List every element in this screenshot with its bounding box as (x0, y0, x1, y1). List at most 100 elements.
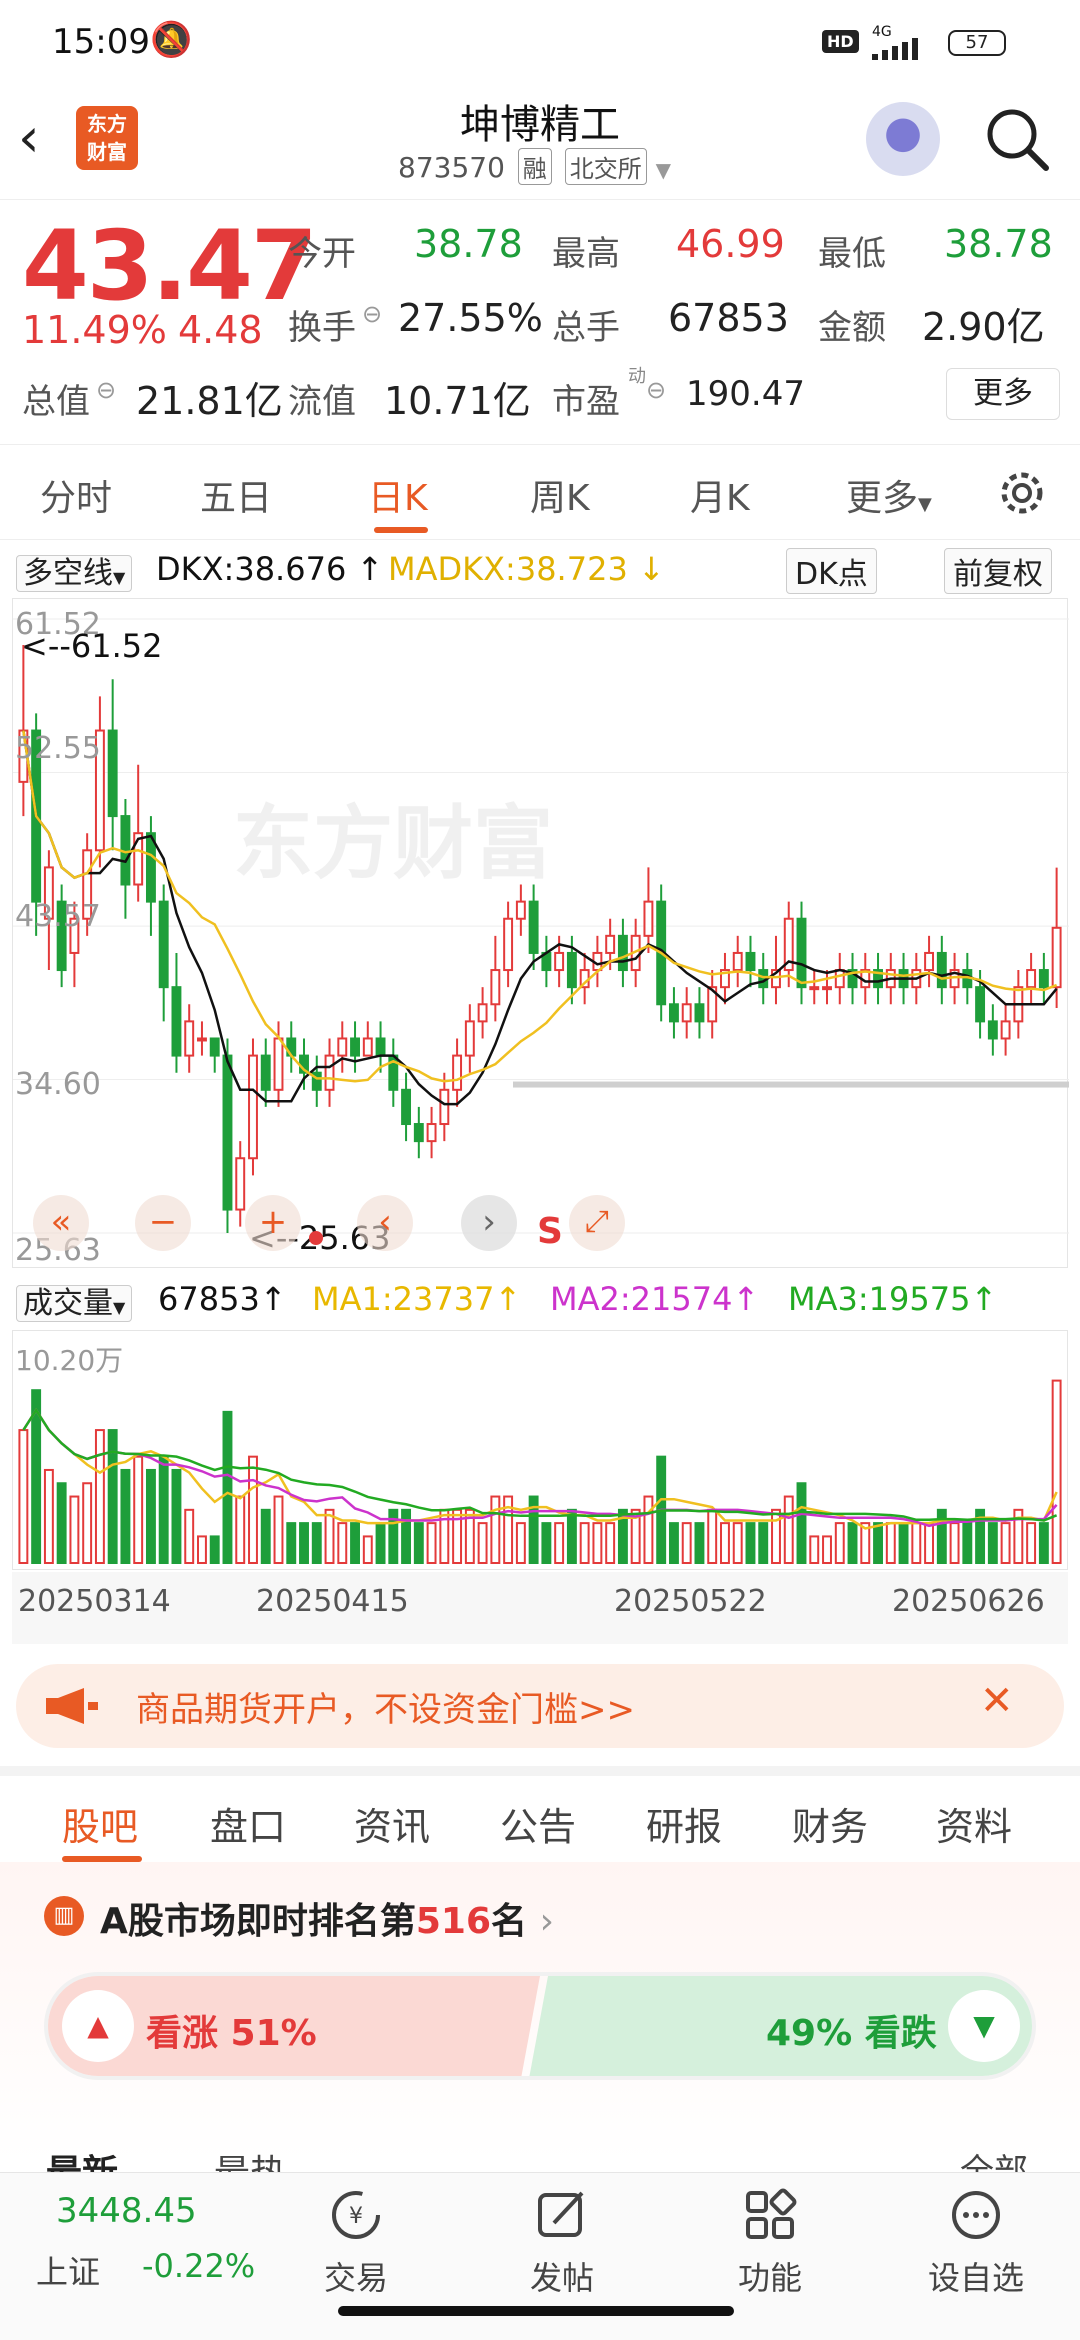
volume-bar (643, 1495, 654, 1565)
candle (477, 1003, 488, 1023)
change-amount: 4.48 (178, 308, 263, 352)
dropdown-icon[interactable]: ▼ (656, 158, 671, 182)
candle (350, 1037, 360, 1057)
feed-tab-latest[interactable]: 最新 (46, 2144, 118, 2172)
kline-chart[interactable]: 东方财富 61.52 <--61.52 52.55 43.57 34.60 25… (12, 598, 1069, 1268)
volume-bar (1026, 1522, 1037, 1564)
volume-bar (1038, 1522, 1049, 1564)
tab-announcements[interactable]: 公告 (500, 1796, 576, 1851)
candle (222, 1054, 233, 1211)
volume-bar (248, 1455, 258, 1564)
candle (184, 1020, 195, 1057)
tab-pankou[interactable]: 盘口 (210, 1796, 286, 1851)
feed-tab-hot[interactable]: 最热 (214, 2144, 286, 2172)
candle (617, 934, 628, 972)
settings-gear-icon[interactable] (996, 467, 1048, 519)
ad-banner[interactable]: 商品期货开户，不设资金门槛>> ✕ (16, 1664, 1064, 1748)
candle (107, 729, 118, 818)
nav-post[interactable]: 发帖 (492, 2183, 632, 2299)
kline-svg (13, 618, 1069, 1234)
volume-bar (796, 1482, 807, 1564)
candle (515, 900, 526, 920)
low-label: 最低 (818, 234, 886, 274)
info-icon[interactable]: ⊖ (96, 376, 116, 404)
candle (503, 917, 514, 972)
nav-trade[interactable]: ¥ 交易 (286, 2183, 426, 2299)
tab-daily-k[interactable]: 日K (368, 469, 428, 521)
tab-monthly-k[interactable]: 月K (690, 469, 750, 521)
volume-bar (375, 1522, 386, 1564)
search-icon[interactable] (982, 104, 1052, 174)
volume-chart[interactable]: 10.20万 (12, 1330, 1068, 1570)
volume-bar (822, 1535, 832, 1565)
index-value[interactable]: 3448.45 (56, 2191, 197, 2231)
candle (426, 1123, 437, 1143)
candle (554, 951, 565, 972)
volume-bar (732, 1522, 743, 1564)
tab-5day[interactable]: 五日 (200, 469, 272, 521)
zoom-out-icon[interactable]: − (135, 1195, 191, 1251)
adjust-button[interactable]: 前复权 (944, 548, 1052, 594)
tab-finance[interactable]: 财务 (792, 1796, 868, 1851)
volume-bar (171, 1468, 182, 1564)
date-label: 20250522 (614, 1584, 767, 1619)
info-icon[interactable]: ⊖ (362, 300, 382, 328)
vote-up-label[interactable]: 看涨 51% (146, 2004, 317, 2056)
volume-bar (885, 1522, 896, 1564)
volume-value-label: 67853↑ (158, 1280, 287, 1318)
tab-intraday[interactable]: 分时 (40, 469, 112, 521)
candle (732, 951, 743, 972)
candle (197, 1037, 207, 1042)
assistant-robot-icon[interactable] (866, 102, 940, 176)
index-change[interactable]: -0.22% (142, 2247, 255, 2285)
vol-ma1: MA1:23737↑ (312, 1280, 522, 1318)
candle (260, 1054, 271, 1091)
volume-bar (337, 1522, 348, 1564)
tab-profile[interactable]: 资料 (936, 1796, 1012, 1851)
volume-bar (681, 1522, 692, 1564)
feed-filter[interactable]: 全部 (960, 2144, 1028, 2172)
info-icon[interactable]: ⊖ (646, 376, 666, 404)
vote-up-button[interactable]: ▲ (62, 1990, 134, 2062)
scroll-left-fast-icon[interactable]: « (33, 1195, 89, 1251)
candle (171, 986, 182, 1057)
volume-bar (18, 1429, 29, 1564)
amount-value: 2.90亿 (922, 305, 1045, 349)
megaphone-icon (46, 1688, 98, 1724)
zoom-in-icon[interactable]: + (245, 1195, 301, 1251)
chevron-right-icon: › (539, 1901, 554, 1942)
exchange-tag[interactable]: 北交所 (564, 148, 647, 185)
volume-bar (834, 1522, 845, 1564)
tab-research[interactable]: 研报 (646, 1796, 722, 1851)
nav-add-watchlist[interactable]: 设自选 (906, 2183, 1046, 2299)
last-price: 43.47 (22, 210, 318, 322)
volume-indicator-select[interactable]: 成交量▼ (16, 1278, 133, 1322)
candle (464, 1020, 475, 1057)
rank-text[interactable]: A股市场即时排名第516名 › (100, 1892, 554, 1944)
fullscreen-icon[interactable]: ⤢ (569, 1195, 625, 1251)
vote-down-button[interactable]: ▼ (948, 1990, 1020, 2062)
dk-point-button[interactable]: DK点 (786, 548, 877, 594)
watermark: 东方财富 (233, 797, 553, 890)
kline-indicator-select[interactable]: 多空线▼ (16, 548, 133, 592)
volume-bar (107, 1429, 118, 1564)
tab-news[interactable]: 资讯 (354, 1796, 430, 1851)
close-icon[interactable]: ✕ (980, 1678, 1014, 1724)
nav-functions[interactable]: 功能 (700, 2183, 840, 2299)
scroll-left-icon[interactable]: ‹ (357, 1195, 413, 1251)
vote-down-label[interactable]: 49% 看跌 (766, 2004, 937, 2056)
index-name[interactable]: 上证 (36, 2247, 100, 2293)
stock-code-line: 873570 融 北交所 ▼ (398, 148, 671, 185)
rank-card: ▥ A股市场即时排名第516名 › ▲ 看涨 51% 49% 看跌 ▼ (0, 1862, 1080, 2162)
home-indicator[interactable] (338, 2306, 734, 2316)
tab-more[interactable]: 更多▼ (846, 469, 932, 521)
volume-bar (197, 1535, 207, 1565)
candle (745, 951, 756, 972)
volume-bar (235, 1495, 246, 1565)
event-dot[interactable] (309, 1231, 323, 1245)
tab-weekly-k[interactable]: 周K (530, 469, 590, 521)
scroll-right-icon[interactable]: › (461, 1195, 517, 1251)
more-quote-button[interactable]: 更多 (946, 368, 1060, 420)
tab-guba[interactable]: 股吧 (62, 1796, 138, 1851)
date-label: 20250626 (892, 1584, 1045, 1619)
